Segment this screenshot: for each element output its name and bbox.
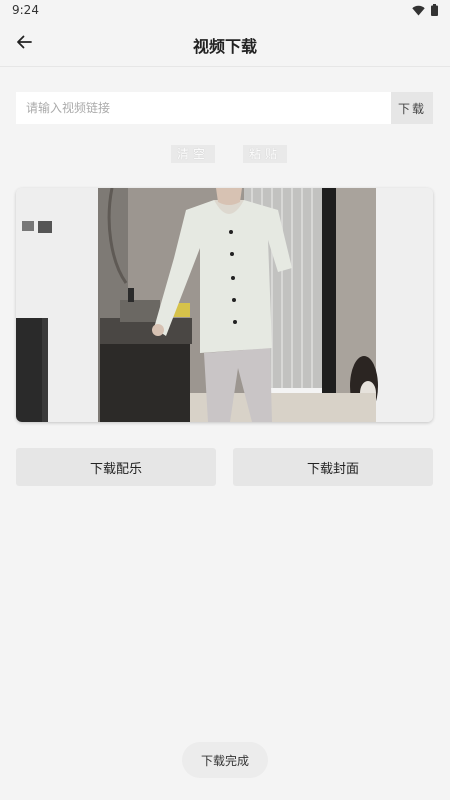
- wifi-icon: [412, 5, 425, 16]
- video-thumbnail: [16, 188, 433, 422]
- action-row: 清空 粘贴: [0, 145, 450, 167]
- download-cover-button[interactable]: 下载封面: [233, 448, 433, 486]
- clear-button[interactable]: 清空: [171, 145, 216, 163]
- toast-message: 下载完成: [182, 742, 268, 778]
- url-input-row: 下载: [16, 92, 433, 124]
- status-time: 9:24: [12, 3, 39, 17]
- paste-button[interactable]: 粘贴: [243, 145, 288, 163]
- download-options: 下载配乐 下载封面: [16, 448, 433, 486]
- page-title: 视频下载: [192, 37, 257, 56]
- status-bar: 9:24: [0, 0, 450, 22]
- download-music-button[interactable]: 下载配乐: [16, 448, 216, 486]
- battery-icon: [431, 4, 438, 16]
- download-button[interactable]: 下载: [391, 92, 433, 124]
- video-preview[interactable]: [16, 188, 433, 422]
- app-bar: 视频下载: [0, 22, 450, 67]
- video-url-input[interactable]: [16, 92, 391, 124]
- status-icons: [412, 4, 438, 16]
